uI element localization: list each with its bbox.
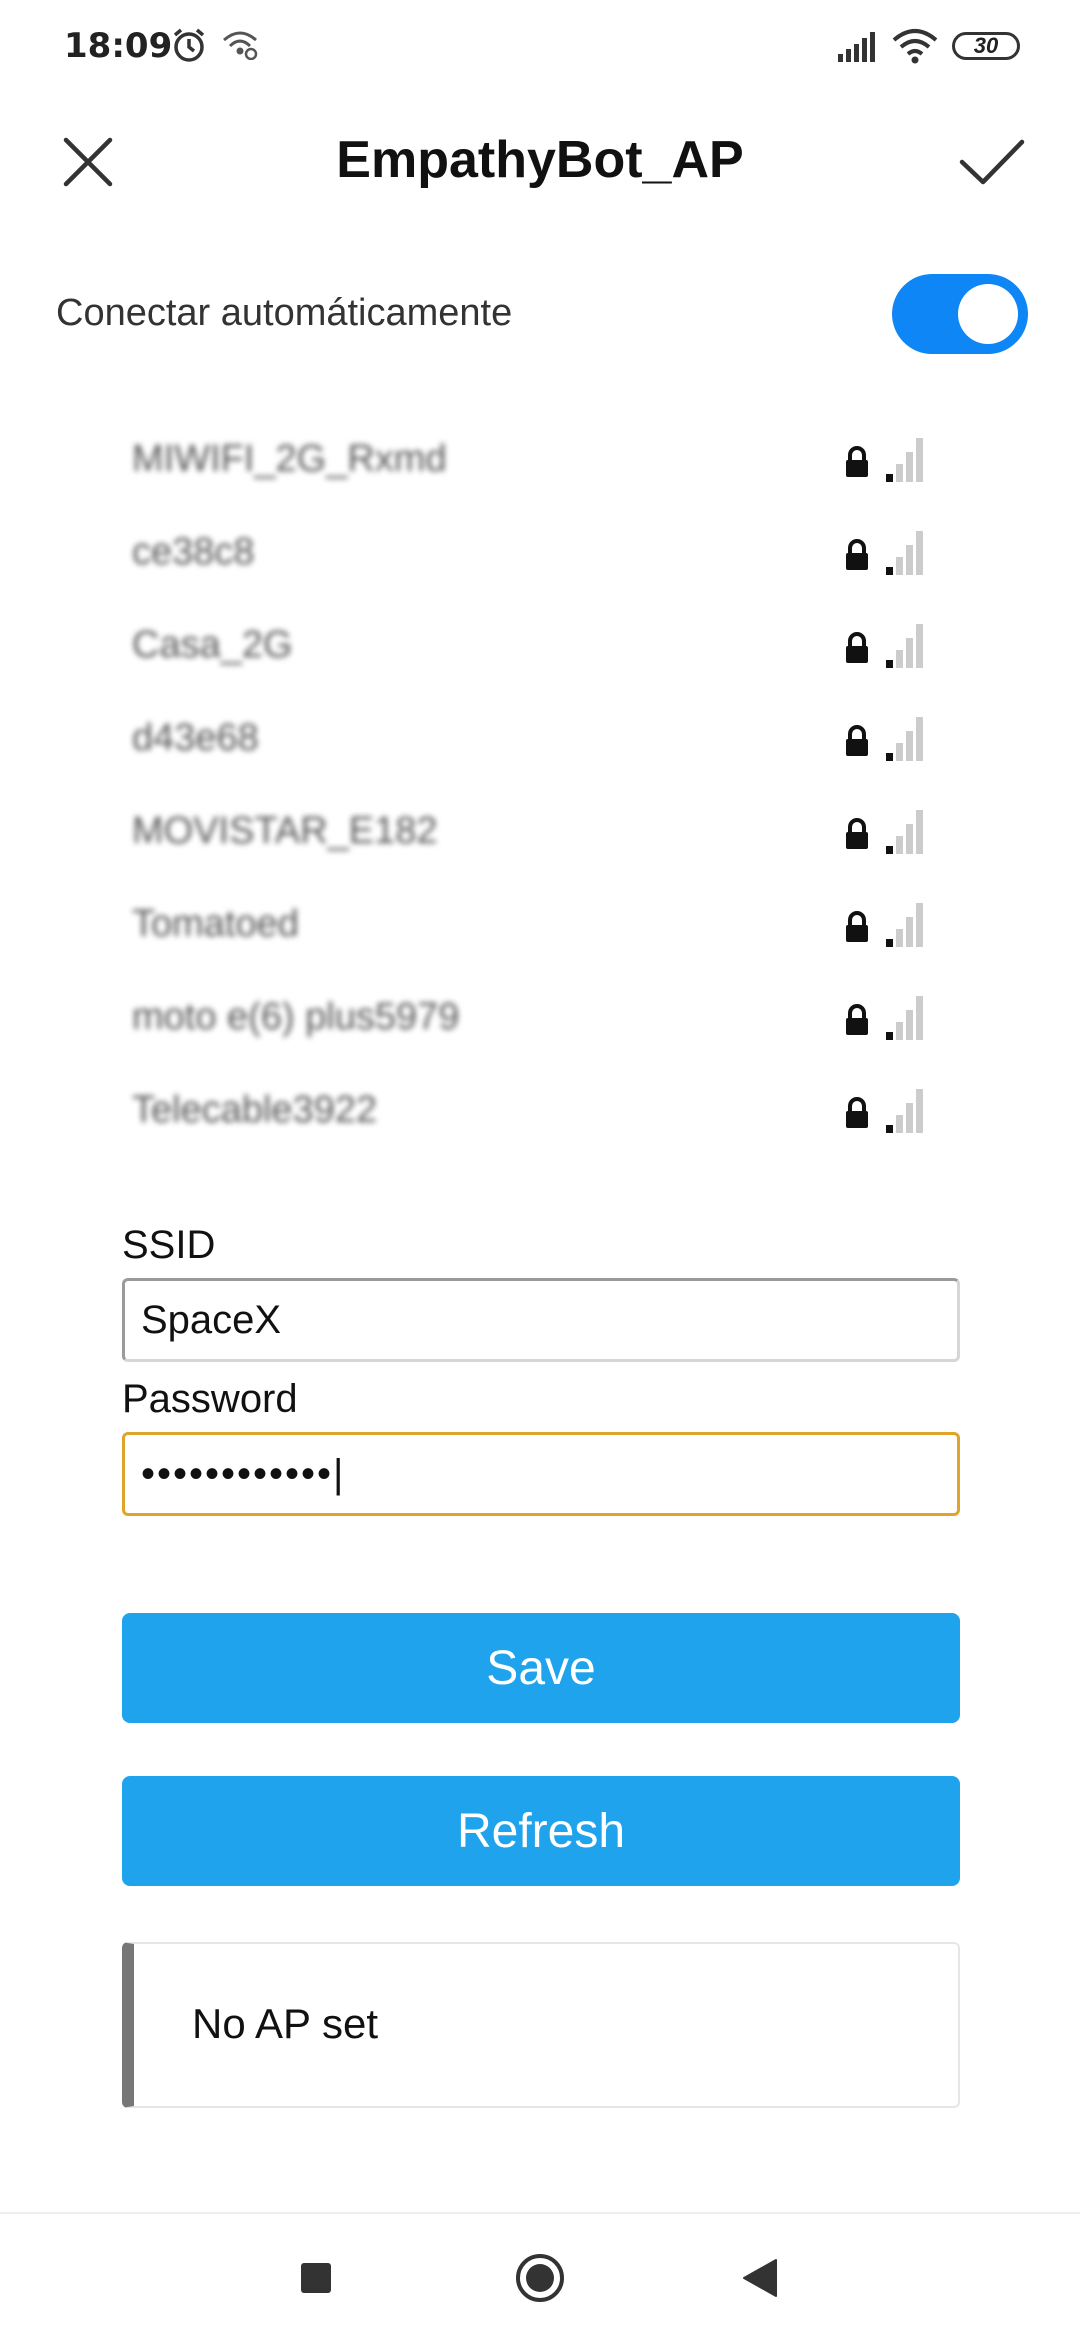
lock-icon (844, 725, 870, 762)
status-bar: 18:09 30 (0, 0, 1080, 96)
battery-icon: 30 (952, 32, 1020, 60)
status-message: No AP set (192, 2000, 379, 2047)
navigation-bar (0, 2212, 1080, 2342)
status-message-box: No AP set (122, 1942, 960, 2108)
network-name: Casa_2G (132, 624, 293, 666)
network-name: Telecable3922 (132, 1089, 378, 1131)
wifi-signal-icon (886, 994, 926, 1045)
network-name: d43e68 (132, 717, 259, 759)
lock-icon (844, 632, 870, 669)
network-item[interactable]: MIWIFI_2G_Rxmd (132, 416, 932, 509)
auto-connect-row: Conectar automáticamente (56, 268, 1028, 364)
lock-icon (844, 1097, 870, 1134)
network-item[interactable]: Tomatoed (132, 881, 932, 974)
network-name: Tomatoed (132, 903, 299, 945)
network-item[interactable]: d43e68 (132, 695, 932, 788)
password-label: Password (122, 1377, 298, 1421)
network-item[interactable]: MOVISTAR_E182 (132, 788, 932, 881)
recents-button[interactable] (284, 2246, 348, 2310)
wifi-signal-icon (886, 529, 926, 580)
toggle-knob (958, 284, 1018, 344)
network-name: moto e(6) plus5979 (132, 996, 460, 1038)
auto-connect-toggle[interactable] (892, 274, 1028, 354)
network-list: MIWIFI_2G_Rxmd ce38c8 Casa_2G d43e68 MOV… (132, 416, 932, 1160)
wifi-icon (892, 28, 938, 69)
lock-icon (844, 818, 870, 855)
wifi-signal-icon (886, 901, 926, 952)
network-item[interactable]: Telecable3922 (132, 1067, 932, 1160)
alarm-icon (170, 26, 208, 69)
wifi-signal-icon (886, 715, 926, 766)
wifi-signal-icon (886, 1087, 926, 1138)
page-title: EmpathyBot_AP (336, 131, 744, 189)
refresh-button[interactable]: Refresh (122, 1776, 960, 1886)
network-item[interactable]: moto e(6) plus5979 (132, 974, 932, 1067)
password-input[interactable] (122, 1432, 960, 1516)
network-name: MIWIFI_2G_Rxmd (132, 438, 447, 480)
hotspot-icon (222, 30, 258, 65)
home-button[interactable] (508, 2246, 572, 2310)
wifi-signal-icon (886, 808, 926, 859)
auto-connect-label: Conectar automáticamente (56, 292, 513, 334)
lock-icon (844, 539, 870, 576)
network-item[interactable]: Casa_2G (132, 602, 932, 695)
back-triangle-icon (743, 2259, 777, 2297)
status-time: 18:09 (64, 26, 173, 66)
network-name: ce38c8 (132, 531, 255, 573)
network-name: MOVISTAR_E182 (132, 810, 438, 852)
home-circle-icon (516, 2254, 564, 2302)
check-icon (959, 139, 1025, 185)
wifi-signal-icon (886, 436, 926, 487)
ssid-input[interactable] (122, 1278, 960, 1362)
lock-icon (844, 446, 870, 483)
wifi-form: SSID Password (122, 1220, 960, 1516)
confirm-button[interactable] (952, 122, 1032, 202)
back-button[interactable] (728, 2246, 792, 2310)
recents-square-icon (301, 2263, 331, 2293)
title-bar: EmpathyBot_AP (0, 100, 1080, 220)
lock-icon (844, 1004, 870, 1041)
wifi-signal-icon (886, 622, 926, 673)
save-button[interactable]: Save (122, 1613, 960, 1723)
network-item[interactable]: ce38c8 (132, 509, 932, 602)
ssid-label: SSID (122, 1223, 216, 1267)
lock-icon (844, 911, 870, 948)
cellular-signal-icon (836, 32, 880, 67)
